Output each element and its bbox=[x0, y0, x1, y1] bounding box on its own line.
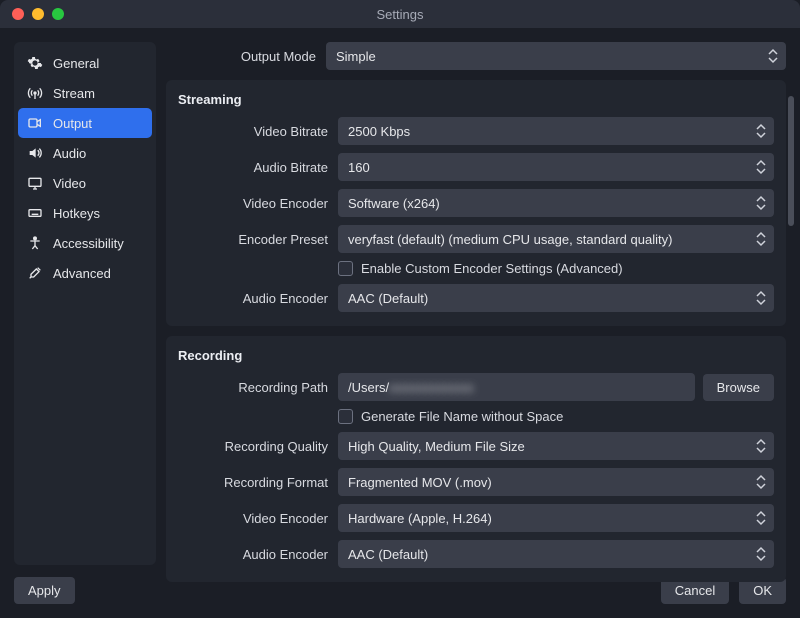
stepper-icon bbox=[754, 436, 768, 456]
streaming-video-encoder-label: Video Encoder bbox=[178, 196, 328, 211]
sidebar-item-advanced[interactable]: Advanced bbox=[18, 258, 152, 288]
stepper-icon bbox=[754, 229, 768, 249]
recording-panel: Recording Recording Path /Users/xxxxxxxx… bbox=[166, 336, 786, 582]
recording-quality-label: Recording Quality bbox=[178, 439, 328, 454]
monitor-icon bbox=[27, 175, 43, 191]
settings-main: Output Mode Simple Streaming Video Bitra… bbox=[166, 42, 786, 565]
recording-format-select[interactable]: Fragmented MOV (.mov) bbox=[338, 468, 774, 496]
enable-custom-encoder-checkbox[interactable]: Enable Custom Encoder Settings (Advanced… bbox=[338, 261, 623, 276]
checkbox-box-icon bbox=[338, 409, 353, 424]
recording-heading: Recording bbox=[178, 348, 774, 363]
stepper-icon[interactable] bbox=[754, 121, 768, 141]
audio-bitrate-select[interactable]: 160 bbox=[338, 153, 774, 181]
speaker-icon bbox=[27, 145, 43, 161]
streaming-video-encoder-value: Software (x264) bbox=[348, 196, 440, 211]
recording-path-input[interactable]: /Users/xxxxxxxxxxxxx bbox=[338, 373, 695, 401]
filename-no-space-checkbox[interactable]: Generate File Name without Space bbox=[338, 409, 563, 424]
recording-audio-encoder-label: Audio Encoder bbox=[178, 547, 328, 562]
recording-path-value: /Users/ bbox=[348, 380, 389, 395]
stepper-icon bbox=[754, 508, 768, 528]
recording-quality-value: High Quality, Medium File Size bbox=[348, 439, 525, 454]
sidebar-item-label: Accessibility bbox=[53, 236, 124, 251]
recording-video-encoder-select[interactable]: Hardware (Apple, H.264) bbox=[338, 504, 774, 532]
recording-audio-encoder-select[interactable]: AAC (Default) bbox=[338, 540, 774, 568]
stepper-icon bbox=[754, 472, 768, 492]
output-mode-value: Simple bbox=[336, 49, 376, 64]
encoder-preset-label: Encoder Preset bbox=[178, 232, 328, 247]
recording-video-encoder-label: Video Encoder bbox=[178, 511, 328, 526]
gear-icon bbox=[27, 55, 43, 71]
sidebar-item-hotkeys[interactable]: Hotkeys bbox=[18, 198, 152, 228]
sidebar-item-label: General bbox=[53, 56, 99, 71]
encoder-preset-select[interactable]: veryfast (default) (medium CPU usage, st… bbox=[338, 225, 774, 253]
scrollbar[interactable] bbox=[788, 96, 794, 226]
stepper-icon bbox=[754, 288, 768, 308]
stepper-icon bbox=[754, 544, 768, 564]
antenna-icon bbox=[27, 85, 43, 101]
sidebar-item-general[interactable]: General bbox=[18, 48, 152, 78]
output-mode-select[interactable]: Simple bbox=[326, 42, 786, 70]
recording-audio-encoder-value: AAC (Default) bbox=[348, 547, 428, 562]
sidebar-item-label: Hotkeys bbox=[53, 206, 100, 221]
sidebar-item-label: Advanced bbox=[53, 266, 111, 281]
tools-icon bbox=[27, 265, 43, 281]
recording-path-redacted: xxxxxxxxxxxxx bbox=[389, 380, 474, 395]
output-icon bbox=[27, 115, 43, 131]
stepper-icon bbox=[754, 193, 768, 213]
streaming-panel: Streaming Video Bitrate 2500 Kbps bbox=[166, 80, 786, 326]
keyboard-icon bbox=[27, 205, 43, 221]
recording-quality-select[interactable]: High Quality, Medium File Size bbox=[338, 432, 774, 460]
stepper-icon bbox=[766, 46, 780, 66]
recording-path-label: Recording Path bbox=[178, 380, 328, 395]
output-mode-label: Output Mode bbox=[166, 49, 316, 64]
streaming-audio-encoder-select[interactable]: AAC (Default) bbox=[338, 284, 774, 312]
streaming-heading: Streaming bbox=[178, 92, 774, 107]
sidebar-item-output[interactable]: Output bbox=[18, 108, 152, 138]
streaming-audio-encoder-label: Audio Encoder bbox=[178, 291, 328, 306]
sidebar-item-label: Video bbox=[53, 176, 86, 191]
accessibility-icon bbox=[27, 235, 43, 251]
sidebar-item-accessibility[interactable]: Accessibility bbox=[18, 228, 152, 258]
sidebar-item-stream[interactable]: Stream bbox=[18, 78, 152, 108]
recording-video-encoder-value: Hardware (Apple, H.264) bbox=[348, 511, 492, 526]
video-bitrate-label: Video Bitrate bbox=[178, 124, 328, 139]
streaming-audio-encoder-value: AAC (Default) bbox=[348, 291, 428, 306]
checkbox-box-icon bbox=[338, 261, 353, 276]
settings-sidebar: General Stream Output Audio bbox=[14, 42, 156, 565]
window-title: Settings bbox=[0, 7, 800, 22]
titlebar: Settings bbox=[0, 0, 800, 28]
video-bitrate-input[interactable]: 2500 Kbps bbox=[338, 117, 774, 145]
output-mode-row: Output Mode Simple bbox=[166, 42, 786, 70]
browse-button[interactable]: Browse bbox=[703, 374, 774, 401]
audio-bitrate-label: Audio Bitrate bbox=[178, 160, 328, 175]
sidebar-item-label: Audio bbox=[53, 146, 86, 161]
recording-format-value: Fragmented MOV (.mov) bbox=[348, 475, 492, 490]
sidebar-item-video[interactable]: Video bbox=[18, 168, 152, 198]
sidebar-item-audio[interactable]: Audio bbox=[18, 138, 152, 168]
sidebar-item-label: Output bbox=[53, 116, 92, 131]
filename-no-space-label: Generate File Name without Space bbox=[361, 409, 563, 424]
enable-custom-encoder-label: Enable Custom Encoder Settings (Advanced… bbox=[361, 261, 623, 276]
streaming-video-encoder-select[interactable]: Software (x264) bbox=[338, 189, 774, 217]
encoder-preset-value: veryfast (default) (medium CPU usage, st… bbox=[348, 232, 672, 247]
video-bitrate-value: 2500 Kbps bbox=[348, 124, 410, 139]
apply-button[interactable]: Apply bbox=[14, 577, 75, 604]
recording-format-label: Recording Format bbox=[178, 475, 328, 490]
audio-bitrate-value: 160 bbox=[348, 160, 370, 175]
sidebar-item-label: Stream bbox=[53, 86, 95, 101]
stepper-icon bbox=[754, 157, 768, 177]
